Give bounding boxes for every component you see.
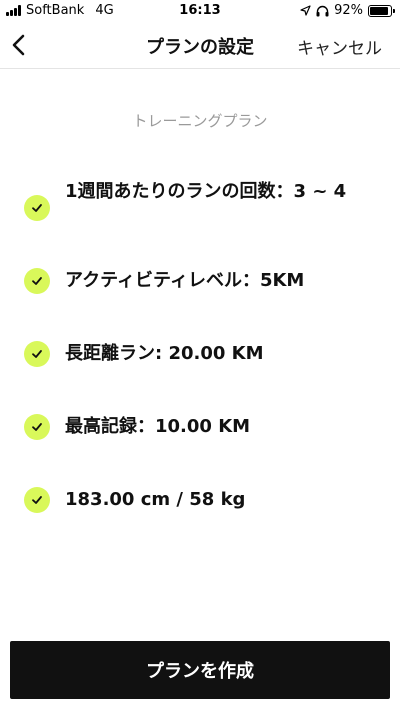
plan-item-text: 183.00 cm / 58 kg: [65, 489, 246, 510]
location-icon: [300, 5, 311, 16]
plan-list: 1週間あたりのランの回数：3 ~ 4 アクティビティレベル：5KM 長距離ラン:…: [24, 180, 374, 545]
headphones-icon: [316, 5, 329, 16]
check-icon: [24, 268, 50, 294]
section-title: トレーニングプラン: [132, 112, 268, 130]
battery-fill: [370, 6, 388, 15]
plan-item: 183.00 cm / 58 kg: [24, 472, 374, 545]
plan-item: アクティビティレベル：5KM: [24, 253, 374, 326]
plan-item: 最高記録：10.00 KM: [24, 399, 374, 472]
plan-item: 長距離ラン: 20.00 KM: [24, 326, 374, 399]
status-bar: SoftBank 4G 16:13 92%: [0, 0, 400, 22]
plan-item: 1週間あたりのランの回数：3 ~ 4: [24, 180, 374, 253]
status-right: 92%: [300, 3, 395, 18]
cancel-button[interactable]: キャンセル: [297, 34, 382, 59]
create-plan-button[interactable]: プランを作成: [10, 641, 390, 699]
chevron-left-icon: [12, 34, 25, 56]
battery-icon: [368, 4, 395, 17]
check-icon: [24, 195, 50, 221]
nav-bar: プランの設定 キャンセル: [0, 22, 400, 69]
battery-percent: 92%: [334, 3, 363, 18]
check-icon: [24, 414, 50, 440]
plan-item-text: 長距離ラン: 20.00 KM: [65, 343, 264, 364]
back-button[interactable]: [6, 28, 36, 62]
check-icon: [24, 341, 50, 367]
plan-item-text: 最高記録：10.00 KM: [65, 416, 251, 437]
check-icon: [24, 487, 50, 513]
plan-item-text: アクティビティレベル：5KM: [65, 270, 305, 291]
plan-item-text: 1週間あたりのランの回数：3 ~ 4: [65, 181, 347, 202]
